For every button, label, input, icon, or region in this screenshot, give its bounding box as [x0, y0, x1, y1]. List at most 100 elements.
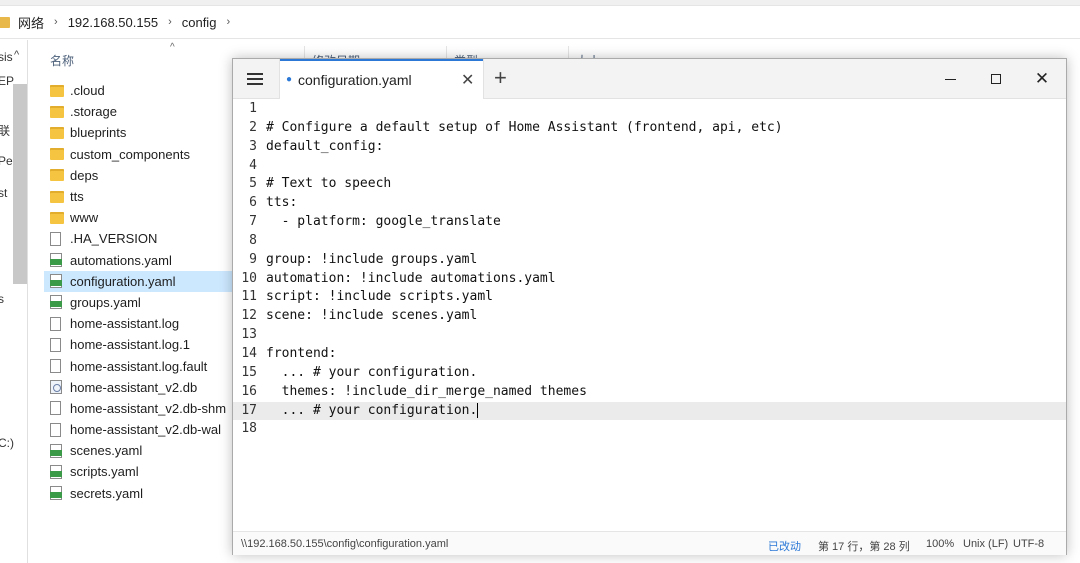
code-line[interactable]: 7 - platform: google_translate [233, 213, 1066, 232]
editor-title-bar[interactable]: ● configuration.yaml ✕ + ✕ [233, 59, 1066, 99]
status-line-ending[interactable]: Unix (LF) [963, 538, 1008, 550]
code-line[interactable]: 2 # Configure a default setup of Home Ass… [233, 119, 1066, 138]
line-number: 14 [241, 345, 257, 361]
breadcrumb-config[interactable]: config [182, 15, 217, 30]
file-list-item[interactable]: deps [44, 165, 234, 186]
file-list-item[interactable]: home-assistant_v2.db-shm [44, 398, 234, 419]
code-text: - platform: google_translate [266, 214, 501, 230]
code-text: group: !include groups.yaml [266, 251, 478, 267]
file-name: .HA_VERSION [70, 231, 158, 247]
file-list-item[interactable]: home-assistant_v2.db [44, 377, 234, 398]
maximize-icon [991, 74, 1001, 84]
line-number: 6 [249, 195, 257, 211]
file-list-item[interactable]: home-assistant.log.1 [44, 334, 234, 355]
file-list-item[interactable]: .cloud [44, 80, 234, 101]
status-modified: 已改动 [768, 541, 801, 553]
code-editor-area[interactable]: 1 2 # Configure a default setup of Home As… [233, 100, 1066, 525]
nav-scrollbar[interactable] [13, 84, 27, 284]
line-number: 16 [241, 383, 257, 399]
hamburger-menu-icon[interactable] [233, 59, 277, 99]
code-text: themes: !include_dir_merge_named themes [266, 383, 587, 399]
file-list-item[interactable]: custom_components [44, 144, 234, 165]
code-line[interactable]: 12 scene: !include scenes.yaml [233, 307, 1066, 326]
close-window-button[interactable]: ✕ [1019, 59, 1065, 99]
code-line[interactable]: 1 [233, 100, 1066, 119]
file-list-item[interactable]: tts [44, 186, 234, 207]
file-list-item[interactable]: .HA_VERSION [44, 228, 234, 249]
line-number: 15 [241, 364, 257, 380]
folder-icon [50, 105, 64, 118]
navigation-pane[interactable]: sis ^ EP 联 Pe st s C:) [0, 40, 28, 563]
code-line[interactable]: 11 script: !include scripts.yaml [233, 288, 1066, 307]
code-line[interactable]: 17 ... # your configuration. [233, 401, 1066, 421]
tab-close-icon[interactable]: ✕ [461, 70, 474, 90]
line-number: 11 [241, 289, 257, 305]
file-name: secrets.yaml [70, 485, 143, 501]
file-list-item[interactable]: .storage [44, 101, 234, 122]
maximize-button[interactable] [973, 59, 1019, 99]
column-header-name[interactable]: 名称 [50, 52, 74, 69]
yaml-file-icon [50, 274, 62, 289]
minimize-button[interactable] [927, 59, 973, 99]
code-line[interactable]: 5 # Text to speech [233, 175, 1066, 194]
text-cursor [477, 402, 479, 418]
file-list-item[interactable]: scripts.yaml [44, 461, 234, 482]
file-list-item[interactable]: secrets.yaml [44, 483, 234, 504]
nav-item-fragment[interactable]: sis [0, 50, 13, 64]
file-icon [50, 337, 61, 352]
tab-configuration-yaml[interactable]: ● configuration.yaml ✕ [279, 59, 484, 99]
status-zoom[interactable]: 100% [926, 538, 954, 550]
file-list-item[interactable]: www [44, 207, 234, 228]
code-line[interactable]: 15 ... # your configuration. [233, 364, 1066, 383]
status-cursor-position[interactable]: 第 17 行，第 28 列 [818, 538, 910, 554]
status-bar: \\192.168.50.155\config\configuration.ya… [233, 531, 1066, 555]
file-list-item[interactable]: automations.yaml [44, 250, 234, 271]
nav-item-fragment[interactable]: EP [0, 74, 14, 88]
code-line[interactable]: 10 automation: !include automations.yaml [233, 270, 1066, 289]
breadcrumb-host[interactable]: 192.168.50.155 [68, 15, 158, 30]
code-line[interactable]: 18 [233, 420, 1066, 439]
chevron-right-icon[interactable]: › [226, 16, 230, 28]
code-line[interactable]: 13 [233, 326, 1066, 345]
file-name: deps [70, 167, 99, 183]
file-list-item[interactable]: home-assistant_v2.db-wal [44, 419, 234, 440]
code-line[interactable]: 14 frontend: [233, 345, 1066, 364]
code-text: frontend: [266, 345, 337, 361]
code-text: # Text to speech [266, 176, 392, 192]
code-line[interactable]: 4 [233, 157, 1066, 176]
new-tab-plus-icon[interactable]: + [494, 66, 507, 90]
code-line[interactable]: 16 themes: !include_dir_merge_named them… [233, 383, 1066, 402]
folder-icon [50, 211, 64, 224]
code-line[interactable]: 9 group: !include groups.yaml [233, 251, 1066, 270]
nav-item-fragment[interactable]: Pe [0, 154, 13, 168]
code-line[interactable]: 3 default_config: [233, 138, 1066, 157]
sort-ascending-icon: ^ [170, 42, 175, 53]
breadcrumb-network[interactable]: 网络 [18, 13, 44, 32]
file-list-item[interactable]: groups.yaml [44, 292, 234, 313]
yaml-file-icon [50, 443, 62, 458]
status-encoding[interactable]: UTF-8 [1013, 538, 1044, 550]
file-name: .storage [70, 104, 117, 120]
code-text: # Configure a default setup of Home Assi… [266, 119, 783, 135]
file-list-item[interactable]: configuration.yaml [44, 270, 234, 292]
file-list-item[interactable]: blueprints [44, 122, 234, 143]
file-name: blueprints [70, 125, 127, 141]
nav-item-fragment[interactable]: s [0, 292, 4, 306]
code-text: script: !include scripts.yaml [266, 289, 493, 305]
yaml-file-icon [50, 295, 62, 310]
status-file-path: \\192.168.50.155\config\configuration.ya… [241, 538, 449, 550]
file-list-item[interactable]: scenes.yaml [44, 440, 234, 461]
code-line[interactable]: 8 [233, 232, 1066, 251]
address-bar[interactable]: 网络 › 192.168.50.155 › config › [0, 6, 1080, 39]
code-text: ... # your configuration. [266, 364, 478, 380]
code-line[interactable]: 6 tts: [233, 194, 1066, 213]
file-list-item[interactable]: home-assistant.log [44, 313, 234, 334]
nav-item-fragment[interactable]: C:) [0, 436, 14, 450]
nav-item-fragment[interactable]: st [0, 186, 7, 200]
yaml-file-icon [50, 253, 62, 268]
line-number: 2 [249, 119, 257, 135]
line-number: 7 [249, 214, 257, 230]
file-list-item[interactable]: home-assistant.log.fault [44, 355, 234, 376]
scroll-up-icon[interactable]: ^ [14, 49, 19, 61]
nav-item-fragment[interactable]: 联 [0, 122, 10, 139]
